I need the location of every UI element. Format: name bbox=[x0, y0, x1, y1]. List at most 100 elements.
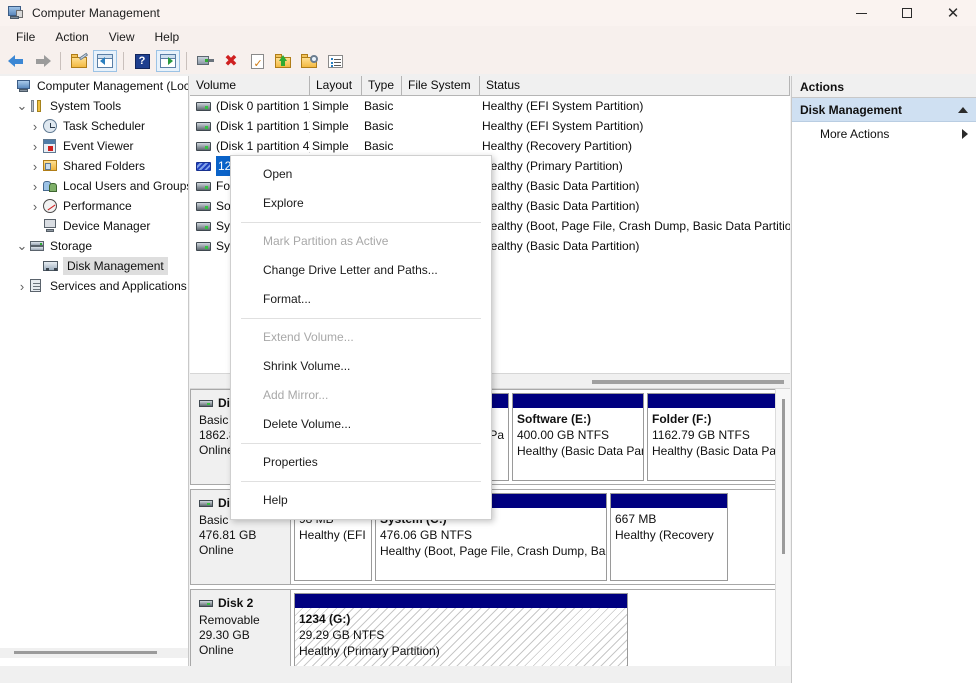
tree-item-storage[interactable]: ⌄ Storage bbox=[0, 236, 188, 256]
volume-row[interactable]: (Disk 1 partition 4) Simple Basic Healthy (… bbox=[190, 136, 790, 156]
console-tree: Computer Management (Local ⌄ System Tools ›… bbox=[0, 76, 188, 296]
menu-file[interactable]: File bbox=[6, 28, 45, 46]
back-button[interactable] bbox=[4, 50, 28, 72]
volume-status: Healthy (Boot, Page File, Crash Dump, Ba… bbox=[482, 219, 790, 233]
tree-item-disk-management[interactable]: Disk Management bbox=[0, 256, 188, 276]
context-menu-item-explore[interactable]: Explore bbox=[231, 189, 491, 218]
delete-button[interactable]: ✖ bbox=[219, 50, 243, 72]
volume-context-menu[interactable]: Open Explore Mark Partition as Active Chang… bbox=[230, 155, 492, 520]
chevron-right-icon[interactable]: › bbox=[28, 116, 42, 136]
disk-block-disk-2[interactable]: Disk 2 Removable 29.30 GB Online 1234 (G:) 29… bbox=[190, 589, 790, 666]
disk-state: Online bbox=[199, 643, 234, 657]
actions-item-more-actions[interactable]: More Actions bbox=[792, 122, 976, 146]
forward-button[interactable] bbox=[30, 50, 54, 72]
partition[interactable]: Folder (F:) 1162.79 GB NTFS Healthy (Basic… bbox=[647, 393, 790, 481]
partition-body: 1234 (G:) 29.29 GB NTFS Healthy (Primary P… bbox=[295, 608, 627, 666]
computer-icon bbox=[16, 78, 33, 94]
chevron-right-icon[interactable]: › bbox=[15, 276, 29, 296]
menu-view[interactable]: View bbox=[99, 28, 145, 46]
drive-icon bbox=[196, 101, 211, 111]
volume-status: Healthy (Recovery Partition) bbox=[482, 139, 633, 153]
disk-view-scrollbar-thumb[interactable] bbox=[782, 399, 785, 554]
volume-filesystem bbox=[402, 96, 480, 116]
tree-item-task-scheduler[interactable]: › Task Scheduler bbox=[0, 116, 188, 136]
volume-name-cell: (Disk 0 partition 1) bbox=[190, 96, 310, 116]
partition-selected[interactable]: 1234 (G:) 29.29 GB NTFS Healthy (Primary P… bbox=[294, 593, 628, 666]
tree-item-label: Event Viewer bbox=[63, 139, 134, 153]
rescan-disks-button[interactable] bbox=[297, 50, 321, 72]
tree-item-device-manager[interactable]: Device Manager bbox=[0, 216, 188, 236]
tree-item-computer-management-local[interactable]: Computer Management (Local bbox=[0, 76, 188, 96]
up-one-level-button[interactable] bbox=[67, 50, 91, 72]
tree-horizontal-scrollbar[interactable] bbox=[0, 648, 188, 658]
volume-status: Healthy (EFI System Partition) bbox=[482, 99, 644, 113]
minimize-button[interactable] bbox=[838, 0, 884, 26]
context-menu-item-open[interactable]: Open bbox=[231, 160, 491, 189]
drive-icon bbox=[196, 241, 211, 251]
properties-button[interactable]: ✓ bbox=[245, 50, 269, 72]
help-question-icon: ? bbox=[134, 53, 150, 69]
partition-size: 29.29 GB NTFS bbox=[299, 628, 385, 642]
partition-header-bar bbox=[648, 394, 790, 408]
chevron-down-icon[interactable]: ⌄ bbox=[15, 96, 29, 116]
volume-row[interactable]: (Disk 1 partition 1) Simple Basic Healthy (… bbox=[190, 116, 790, 136]
context-menu-item-help[interactable]: Help bbox=[231, 486, 491, 515]
tree-item-system-tools[interactable]: ⌄ System Tools bbox=[0, 96, 188, 116]
list-view-button[interactable] bbox=[323, 50, 347, 72]
chevron-right-icon[interactable]: › bbox=[28, 176, 42, 196]
tree-item-performance[interactable]: › Performance bbox=[0, 196, 188, 216]
context-menu-item-format[interactable]: Format... bbox=[231, 285, 491, 314]
volume-row[interactable]: (Disk 0 partition 1) Simple Basic Healthy (… bbox=[190, 96, 790, 116]
tree-item-local-users-and-groups[interactable]: › Local Users and Groups bbox=[0, 176, 188, 196]
column-header-file-system[interactable]: File System bbox=[402, 76, 480, 96]
tree-item-event-viewer[interactable]: › Event Viewer bbox=[0, 136, 188, 156]
menu-help[interactable]: Help bbox=[145, 28, 190, 46]
actions-group-disk-management[interactable]: Disk Management bbox=[792, 98, 976, 122]
chevron-down-icon[interactable]: ⌄ bbox=[15, 236, 29, 256]
partition[interactable]: Software (E:) 400.00 GB NTFS Healthy (Basi… bbox=[512, 393, 644, 481]
drive-icon bbox=[196, 121, 211, 131]
maximize-button[interactable] bbox=[884, 0, 930, 26]
volume-list-scrollbar-thumb[interactable] bbox=[592, 380, 784, 384]
folder-pencil-icon bbox=[71, 52, 89, 68]
column-header-layout[interactable]: Layout bbox=[310, 76, 362, 96]
refresh-button[interactable] bbox=[271, 50, 295, 72]
volume-name-cell: (Disk 1 partition 1) bbox=[190, 116, 310, 136]
drive-icon bbox=[196, 141, 211, 151]
partition[interactable]: 667 MB Healthy (Recovery bbox=[610, 493, 728, 581]
connect-to-another-computer-button[interactable] bbox=[193, 50, 217, 72]
console-tree-pane[interactable]: Computer Management (Local ⌄ System Tools ›… bbox=[0, 76, 189, 666]
show-hide-console-tree-button[interactable] bbox=[93, 50, 117, 72]
context-menu-item-delete-volume[interactable]: Delete Volume... bbox=[231, 410, 491, 439]
context-menu-separator bbox=[241, 222, 481, 223]
tree-item-shared-folders[interactable]: › Shared Folders bbox=[0, 156, 188, 176]
disk-info-panel[interactable]: Disk 2 Removable 29.30 GB Online bbox=[191, 590, 291, 666]
close-button[interactable]: ✕ bbox=[930, 0, 976, 26]
column-header-volume[interactable]: Volume bbox=[190, 76, 310, 96]
tree-item-services-and-applications[interactable]: › Services and Applications bbox=[0, 276, 188, 296]
menu-action[interactable]: Action bbox=[45, 28, 98, 46]
selected-drive-icon bbox=[196, 161, 211, 171]
partition-status: Healthy (Basic Data Par bbox=[517, 444, 643, 458]
disk-view-vertical-scrollbar[interactable] bbox=[775, 389, 790, 666]
chevron-right-icon[interactable]: › bbox=[28, 156, 42, 176]
shared-folders-icon bbox=[42, 158, 59, 174]
disk-size: 476.81 GB bbox=[199, 528, 257, 542]
partition-size: 476.06 GB NTFS bbox=[380, 528, 473, 542]
computer-management-window: Computer Management ✕ File Action View H… bbox=[0, 0, 976, 683]
context-menu-item-properties[interactable]: Properties bbox=[231, 448, 491, 477]
chevron-right-icon[interactable]: › bbox=[28, 136, 42, 156]
column-header-status[interactable]: Status bbox=[480, 76, 790, 96]
context-menu-item-change-drive-letter-and-paths[interactable]: Change Drive Letter and Paths... bbox=[231, 256, 491, 285]
column-header-type[interactable]: Type bbox=[362, 76, 402, 96]
red-x-icon: ✖ bbox=[224, 51, 238, 70]
chevron-right-icon[interactable]: › bbox=[28, 196, 42, 216]
context-menu-item-shrink-volume[interactable]: Shrink Volume... bbox=[231, 352, 491, 381]
show-hide-action-pane-button[interactable] bbox=[156, 50, 180, 72]
tree-scrollbar-thumb[interactable] bbox=[14, 651, 157, 654]
close-icon: ✕ bbox=[946, 3, 960, 22]
partition-size: 667 MB bbox=[615, 512, 657, 526]
tree-item-label: Device Manager bbox=[63, 219, 151, 233]
help-button[interactable]: ? bbox=[130, 50, 154, 72]
volume-filesystem bbox=[402, 136, 480, 156]
